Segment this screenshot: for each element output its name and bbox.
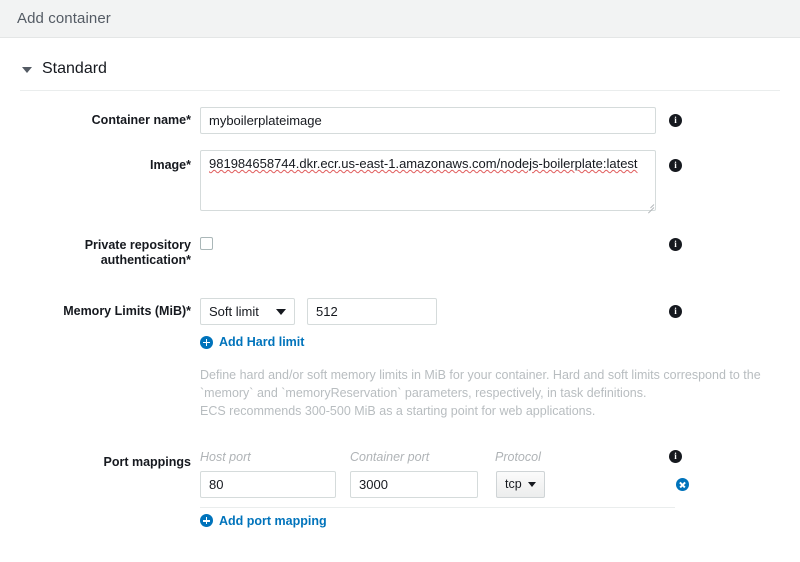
memory-limits-help-line-3: ECS recommends 300-500 MiB as a starting… bbox=[200, 403, 596, 418]
image-label: Image* bbox=[150, 158, 191, 172]
add-port-mapping-link[interactable]: Add port mapping bbox=[200, 514, 327, 528]
image-textarea-value: 981984658744.dkr.ecr.us-east-1.amazonaws… bbox=[209, 156, 638, 171]
field-row-container-name: Container name* i bbox=[0, 107, 800, 134]
column-header-host-port: Host port bbox=[200, 449, 251, 464]
section-title: Standard bbox=[42, 60, 107, 77]
column-header-protocol: Protocol bbox=[495, 449, 541, 464]
page-title: Add container bbox=[17, 10, 111, 27]
column-header-container-port: Container port bbox=[350, 449, 430, 464]
port-mappings-field-col: Host port Container port Protocol tcp bbox=[200, 449, 800, 531]
private-repository-authentication-field-col: i bbox=[200, 237, 800, 253]
caret-down-icon[interactable] bbox=[22, 67, 32, 73]
container-name-label: Container name* bbox=[91, 113, 191, 127]
plus-circle-icon bbox=[200, 514, 213, 527]
image-textarea-wrap: 981984658744.dkr.ecr.us-east-1.amazonaws… bbox=[200, 150, 656, 214]
container-name-input[interactable] bbox=[200, 107, 656, 134]
section-header-standard[interactable]: Standard bbox=[0, 38, 800, 78]
remove-port-mapping-button[interactable] bbox=[675, 477, 689, 491]
chevron-down-icon bbox=[527, 481, 536, 487]
memory-limits-help-text: Define hard and/or soft memory limits in… bbox=[200, 366, 800, 420]
private-repository-authentication-label: Private repository authentication* bbox=[0, 237, 200, 268]
info-icon[interactable]: i bbox=[669, 159, 682, 172]
memory-limits-field-col: Soft limit Add Hard limit Define hard an… bbox=[200, 298, 800, 420]
container-port-input[interactable] bbox=[350, 470, 478, 498]
info-icon[interactable]: i bbox=[669, 305, 682, 318]
plus-circle-icon bbox=[200, 335, 213, 349]
protocol-select[interactable]: tcp bbox=[496, 470, 545, 498]
add-port-mapping-label: Add port mapping bbox=[219, 513, 327, 528]
form-content: Standard Container name* i Image* 981984… bbox=[0, 38, 800, 530]
host-port-input[interactable] bbox=[200, 470, 336, 498]
chevron-down-icon bbox=[276, 308, 286, 315]
port-mapping-row: tcp bbox=[200, 470, 800, 498]
protocol-value: tcp bbox=[505, 477, 522, 491]
memory-limit-type-select[interactable]: Soft limit bbox=[200, 298, 295, 325]
field-row-private-repository-authentication: Private repository authentication* i bbox=[0, 237, 800, 268]
container-name-field-col: i bbox=[200, 107, 800, 134]
port-mappings-divider bbox=[200, 506, 675, 508]
add-hard-limit-label: Add Hard limit bbox=[219, 335, 305, 349]
info-icon[interactable]: i bbox=[669, 238, 682, 251]
private-repository-authentication-checkbox[interactable] bbox=[200, 237, 213, 250]
memory-limits-controls: Soft limit bbox=[200, 298, 800, 325]
memory-limits-label: Memory Limits (MiB)* bbox=[63, 304, 191, 318]
standard-form: Container name* i Image* 981984658744.dk… bbox=[0, 91, 800, 530]
field-row-port-mappings: Port mappings Host port Container port P… bbox=[0, 449, 800, 531]
image-field-col: 981984658744.dkr.ecr.us-east-1.amazonaws… bbox=[200, 150, 800, 214]
image-textarea[interactable]: 981984658744.dkr.ecr.us-east-1.amazonaws… bbox=[200, 150, 656, 211]
add-hard-limit-link[interactable]: Add Hard limit bbox=[200, 335, 304, 349]
memory-limits-help-line-2: `memory` and `memoryReservation` paramet… bbox=[200, 385, 647, 400]
memory-limit-value-input[interactable] bbox=[307, 298, 437, 325]
private-repository-authentication-label-line1: Private repository bbox=[84, 238, 191, 252]
memory-limits-help-line-1: Define hard and/or soft memory limits in… bbox=[200, 367, 761, 382]
private-repository-authentication-label-line2: authentication* bbox=[100, 253, 191, 267]
field-row-memory-limits: Memory Limits (MiB)* Soft limit Add Hard… bbox=[0, 298, 800, 420]
port-mappings-label: Port mappings bbox=[103, 454, 191, 469]
port-mappings-column-headers: Host port Container port Protocol bbox=[200, 450, 800, 464]
field-row-image: Image* 981984658744.dkr.ecr.us-east-1.am… bbox=[0, 150, 800, 214]
dialog-titlebar: Add container bbox=[0, 0, 800, 38]
info-icon[interactable]: i bbox=[669, 449, 682, 463]
info-icon[interactable]: i bbox=[669, 114, 682, 127]
memory-limit-type-value: Soft limit bbox=[209, 304, 259, 319]
